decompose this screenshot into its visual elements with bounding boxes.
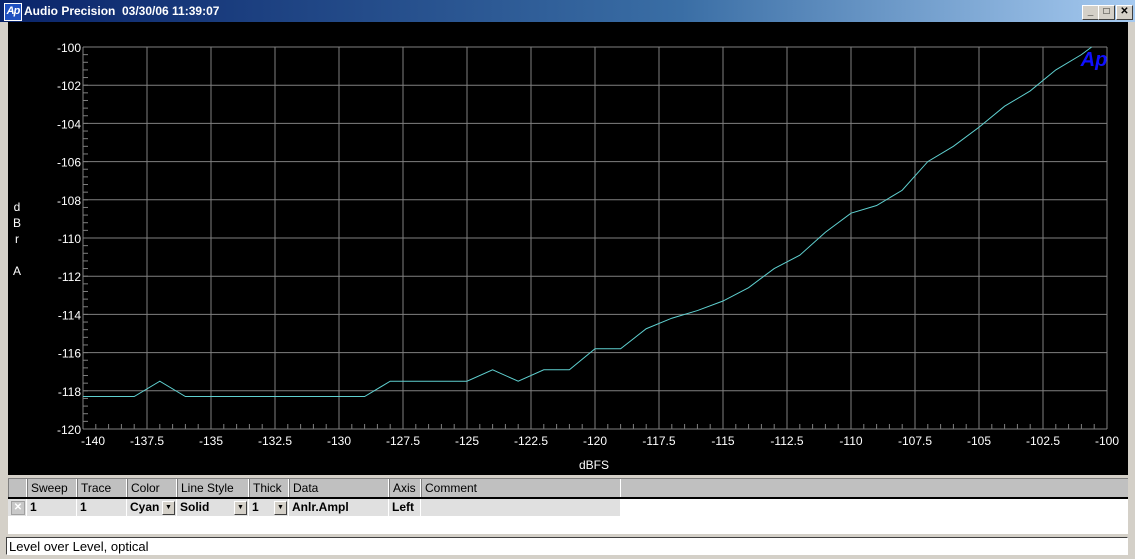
cell-thick[interactable]: 1 ▼ — [249, 499, 289, 516]
x-tick-label: -117.5 — [642, 434, 675, 448]
y-tick-label: -112 — [58, 270, 81, 284]
y-tick-label: -114 — [58, 308, 81, 322]
y-tick-label: -116 — [58, 347, 81, 361]
y-tick-label: -102 — [57, 79, 81, 93]
x-tick-label: -135 — [199, 434, 223, 448]
cell-trace[interactable]: 1 — [77, 499, 127, 516]
header-select — [8, 479, 27, 497]
line-style-value: Solid — [180, 500, 210, 514]
status-text: Level over Level, optical — [9, 539, 149, 554]
cell-comment[interactable] — [421, 499, 621, 516]
header-axis[interactable]: Axis — [389, 479, 421, 497]
row-checkbox[interactable]: ✕ — [8, 499, 27, 516]
y-tick-label: -100 — [57, 41, 81, 55]
x-tick-label: -140 — [81, 434, 105, 448]
header-comment[interactable]: Comment — [421, 479, 621, 497]
x-tick-label: -130 — [327, 434, 351, 448]
x-tick-label: -115 — [711, 434, 734, 448]
header-thick[interactable]: Thick — [249, 479, 289, 497]
thick-value: 1 — [252, 500, 259, 514]
cell-axis[interactable]: Left — [389, 499, 421, 516]
thick-dropdown-arrow-icon[interactable]: ▼ — [274, 501, 287, 515]
cell-line-style[interactable]: Solid ▼ — [177, 499, 249, 516]
x-tick-label: -127.5 — [386, 434, 420, 448]
x-tick-label: -100 — [1095, 434, 1119, 448]
cell-sweep[interactable]: 1 — [27, 499, 77, 516]
y-tick-label: -120 — [57, 423, 81, 437]
header-data[interactable]: Data — [289, 479, 389, 497]
table-header: Sweep Trace Color Line Style Thick Data … — [8, 479, 1128, 499]
x-tick-label: -105 — [967, 434, 991, 448]
y-axis-label: dBr A — [10, 200, 24, 280]
header-color[interactable]: Color — [127, 479, 177, 497]
cell-color[interactable]: Cyan ▼ — [127, 499, 177, 516]
check-icon: ✕ — [11, 501, 25, 515]
header-sweep[interactable]: Sweep — [27, 479, 77, 497]
color-value: Cyan — [130, 500, 160, 514]
x-tick-label: -122.5 — [514, 434, 548, 448]
x-tick-label: -102.5 — [1026, 434, 1060, 448]
color-dropdown-arrow-icon[interactable]: ▼ — [162, 501, 175, 515]
x-tick-label: -137.5 — [130, 434, 164, 448]
y-tick-label: -118 — [58, 385, 81, 399]
x-tick-label: -112.5 — [770, 434, 803, 448]
header-trace[interactable]: Trace — [77, 479, 127, 497]
x-axis-label: dBFS — [579, 458, 609, 472]
header-line-style[interactable]: Line Style — [177, 479, 249, 497]
y-tick-label: -110 — [58, 232, 81, 246]
status-bar: Level over Level, optical — [6, 537, 1128, 555]
x-tick-label: -107.5 — [898, 434, 932, 448]
y-tick-label: -106 — [57, 156, 81, 170]
x-tick-label: -120 — [583, 434, 607, 448]
x-tick-label: -125 — [455, 434, 479, 448]
chart: -140 -137.5 -135 -132.5 -130 -127.5 -125 -122.5… — [8, 22, 1128, 475]
y-tick-label: -108 — [57, 194, 81, 208]
plot-background — [8, 22, 1128, 475]
cell-data[interactable]: Anlr.Ampl — [289, 499, 389, 516]
line-style-dropdown-arrow-icon[interactable]: ▼ — [234, 501, 247, 515]
x-tick-label: -110 — [839, 434, 862, 448]
y-tick-label: -104 — [57, 117, 81, 131]
trace-table: Sweep Trace Color Line Style Thick Data … — [8, 478, 1128, 534]
x-tick-label: -132.5 — [258, 434, 292, 448]
